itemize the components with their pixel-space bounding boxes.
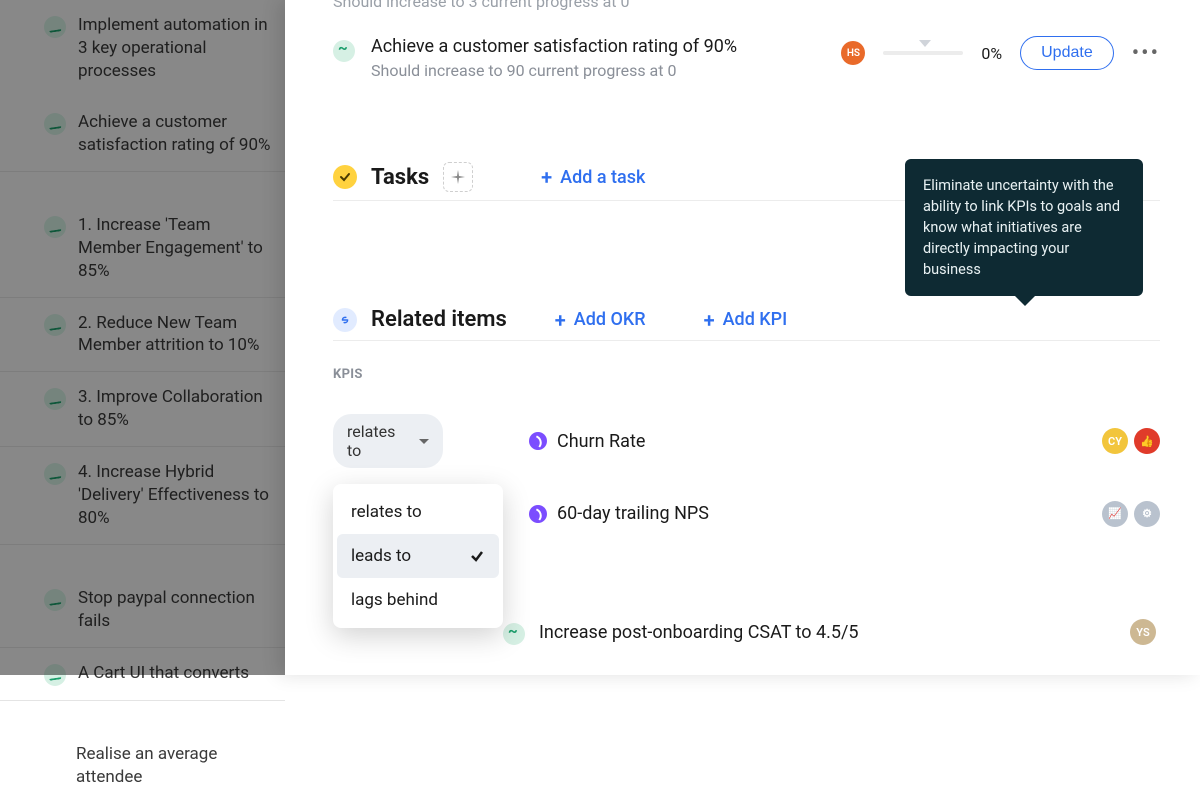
add-okr-button[interactable]: + Add OKR bbox=[555, 308, 646, 332]
kpi-item[interactable]: 60-day trailing NPS bbox=[529, 503, 1084, 524]
sidebar-item[interactable]: Implement automation in 3 key operationa… bbox=[0, 0, 285, 97]
dropdown-option-lags-behind[interactable]: lags behind bbox=[337, 578, 499, 622]
sidebar-item[interactable]: 1. Increase 'Team Member Engagement' to … bbox=[0, 200, 285, 298]
add-kpi-button[interactable]: + Add KPI bbox=[704, 308, 788, 332]
detail-panel: Should increase to 3 current progress at… bbox=[285, 0, 1200, 675]
related-title: Related items bbox=[371, 307, 507, 332]
sidebar-item[interactable]: A Cart UI that converts bbox=[0, 648, 285, 701]
kpi-row: relates to Churn Rate CY 👍 bbox=[333, 400, 1160, 482]
dropdown-option-relates-to[interactable]: relates to bbox=[337, 490, 499, 534]
update-button[interactable]: Update bbox=[1020, 36, 1114, 70]
tasks-check-icon bbox=[333, 165, 357, 189]
sidebar-item-label: 1. Increase 'Team Member Engagement' to … bbox=[78, 214, 271, 283]
dropdown-option-leads-to[interactable]: leads to bbox=[337, 534, 499, 578]
sidebar-item-label: Implement automation in 3 key operationa… bbox=[78, 14, 271, 83]
tooltip: Eliminate uncertainty with the ability t… bbox=[905, 159, 1143, 296]
related-okr-row[interactable]: Increase post-onboarding CSAT to 4.5/5 Y… bbox=[503, 605, 1160, 659]
chevron-down-icon bbox=[419, 439, 429, 444]
spacer bbox=[0, 701, 285, 729]
add-task-label: Add a task bbox=[560, 167, 645, 188]
link-icon bbox=[333, 308, 357, 332]
sparkle-icon[interactable] bbox=[443, 162, 473, 192]
related-okr-label: Increase post-onboarding CSAT to 4.5/5 bbox=[539, 622, 1116, 643]
sidebar-item-label: 4. Increase Hybrid 'Delivery' Effectiven… bbox=[78, 461, 271, 530]
relation-pill[interactable]: relates to bbox=[333, 414, 443, 468]
kpi-gauge-icon bbox=[529, 432, 547, 450]
progress-bar[interactable] bbox=[883, 51, 963, 55]
trend-icon bbox=[503, 623, 525, 645]
plus-icon: + bbox=[541, 165, 552, 189]
row-right-icons: CY 👍 bbox=[1102, 428, 1160, 454]
spacer bbox=[0, 172, 285, 200]
kr-sub-truncated: Should increase to 3 current progress at… bbox=[333, 0, 1153, 11]
sidebar-item-label: Stop paypal connection fails bbox=[78, 587, 271, 633]
kr-text: Achieve a customer satisfaction rating o… bbox=[371, 36, 825, 80]
tooltip-text: Eliminate uncertainty with the ability t… bbox=[923, 177, 1120, 278]
sidebar-item[interactable]: Stop paypal connection fails bbox=[0, 573, 285, 648]
kpi-label-text: 60-day trailing NPS bbox=[557, 503, 709, 524]
trend-icon bbox=[333, 40, 355, 62]
add-task-button[interactable]: + Add a task bbox=[541, 165, 645, 189]
trend-icon bbox=[44, 463, 66, 485]
gear-icon[interactable]: ⚙ bbox=[1134, 501, 1160, 527]
add-okr-label: Add OKR bbox=[574, 309, 646, 330]
avatar[interactable]: CY bbox=[1102, 428, 1128, 454]
check-icon bbox=[469, 548, 485, 564]
chart-icon[interactable]: 📈 bbox=[1102, 501, 1128, 527]
sidebar-item-label: A Cart UI that converts bbox=[78, 662, 249, 685]
add-kpi-label: Add KPI bbox=[723, 309, 788, 330]
row-right-icons: 📈 ⚙ bbox=[1102, 501, 1160, 527]
trend-icon bbox=[44, 388, 66, 410]
sidebar-item-label: 2. Reduce New Team Member attrition to 1… bbox=[78, 312, 271, 358]
avatar[interactable]: YS bbox=[1130, 619, 1156, 645]
kr-subtitle: Should increase to 90 current progress a… bbox=[371, 61, 825, 80]
sidebar: Implement automation in 3 key operationa… bbox=[0, 0, 285, 675]
sidebar-item[interactable]: 4. Increase Hybrid 'Delivery' Effectiven… bbox=[0, 447, 285, 545]
relation-dropdown: relates to leads to lags behind bbox=[333, 484, 503, 628]
sidebar-item[interactable]: Realise an average attendee bbox=[0, 729, 285, 803]
sidebar-item[interactable]: Achieve a customer satisfaction rating o… bbox=[0, 97, 285, 172]
spacer bbox=[0, 545, 285, 573]
sidebar-item-label: Achieve a customer satisfaction rating o… bbox=[78, 111, 271, 157]
kpi-gauge-icon bbox=[529, 505, 547, 523]
trend-icon bbox=[44, 16, 66, 38]
sidebar-item-label: Realise an average attendee bbox=[76, 743, 271, 789]
kr-right-controls: HS 0% Update ••• bbox=[841, 36, 1160, 70]
thumbs-up-icon[interactable]: 👍 bbox=[1134, 428, 1160, 454]
tasks-title: Tasks bbox=[371, 165, 429, 190]
kr-title: Achieve a customer satisfaction rating o… bbox=[371, 36, 825, 57]
assignee-avatar[interactable]: HS bbox=[841, 41, 865, 65]
kpis-subhead: KPIs bbox=[333, 341, 1160, 400]
trend-icon bbox=[44, 113, 66, 135]
dropdown-option-label: leads to bbox=[351, 546, 411, 566]
more-menu-icon[interactable]: ••• bbox=[1132, 41, 1160, 66]
relation-pill-label: relates to bbox=[347, 422, 411, 460]
trend-icon bbox=[44, 589, 66, 611]
sidebar-item[interactable]: 2. Reduce New Team Member attrition to 1… bbox=[0, 298, 285, 373]
plus-icon: + bbox=[555, 308, 566, 332]
kpi-label-text: Churn Rate bbox=[557, 431, 645, 452]
plus-icon: + bbox=[704, 308, 715, 332]
sidebar-item[interactable]: 3. Improve Collaboration to 85% bbox=[0, 372, 285, 447]
kpi-item[interactable]: Churn Rate bbox=[529, 431, 1084, 452]
dropdown-option-label: relates to bbox=[351, 502, 422, 522]
trend-icon bbox=[44, 216, 66, 238]
related-header: Related items + Add OKR + Add KPI bbox=[333, 289, 1160, 341]
key-result-row: Achieve a customer satisfaction rating o… bbox=[333, 26, 1160, 104]
sidebar-item-label: 3. Improve Collaboration to 85% bbox=[78, 386, 271, 432]
dropdown-option-label: lags behind bbox=[351, 590, 438, 610]
progress-caret-icon bbox=[919, 40, 931, 47]
progress-percent: 0% bbox=[981, 44, 1002, 63]
trend-icon bbox=[44, 314, 66, 336]
